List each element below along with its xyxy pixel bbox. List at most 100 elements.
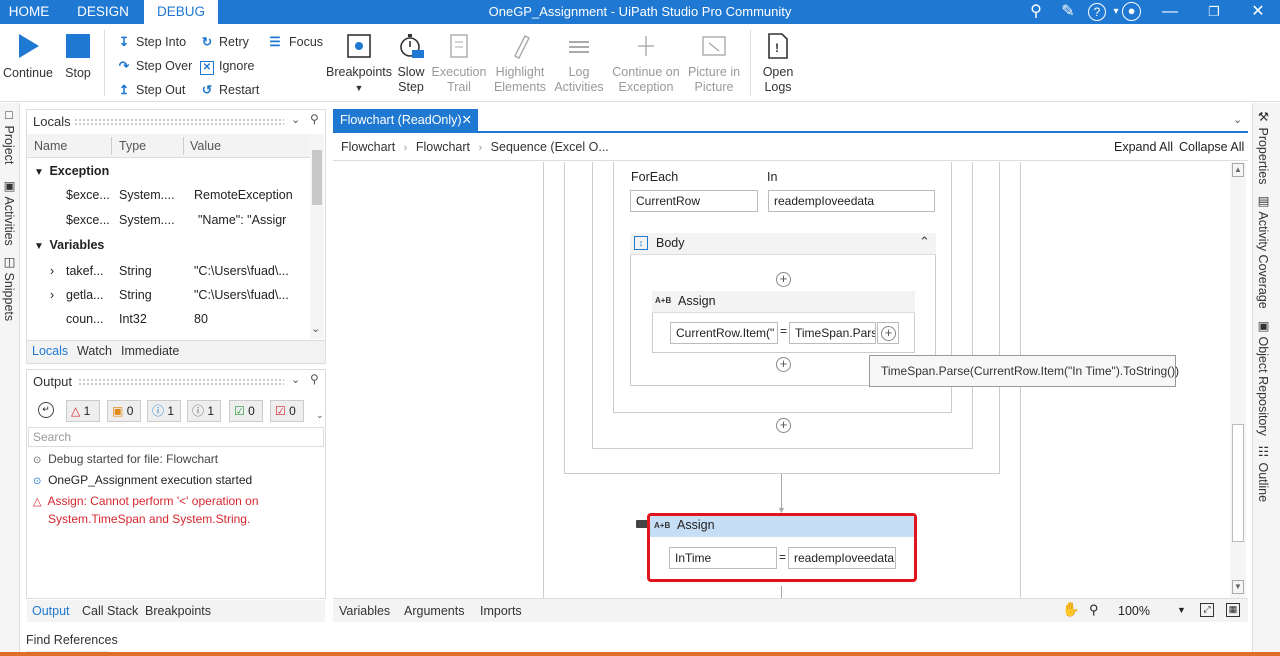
table-row-name[interactable]: coun...: [66, 307, 104, 331]
add-activity-icon[interactable]: +: [776, 418, 791, 433]
tab-call-stack[interactable]: Call Stack: [82, 604, 138, 618]
continue-on-exception-button[interactable]: Continue on Exception: [608, 30, 684, 95]
close-icon[interactable]: ✕: [1248, 2, 1268, 22]
output-message-1[interactable]: ⊙ Debug started for file: Flowchart: [33, 451, 318, 469]
output-search-input[interactable]: Search: [28, 427, 324, 447]
scroll-down-icon[interactable]: ▼: [1232, 580, 1244, 594]
locals-drag-handle[interactable]: [74, 118, 284, 126]
zoom-level[interactable]: 100%: [1118, 604, 1150, 618]
trace-filter-badge[interactable]: ⓘ 1: [187, 400, 221, 422]
help-icon[interactable]: ?: [1088, 3, 1106, 21]
scrollbar-thumb[interactable]: [1232, 424, 1244, 542]
doc-list-icon[interactable]: ⌄: [1233, 113, 1242, 126]
picture-in-picture-button[interactable]: Picture in Picture: [686, 30, 742, 95]
error-filter-badge[interactable]: △ 1: [66, 400, 100, 422]
search-icon[interactable]: ⚲: [1026, 2, 1046, 22]
breadcrumb-item[interactable]: Flowchart: [341, 140, 395, 154]
log-activities-button[interactable]: Log Activities: [552, 30, 606, 95]
timestamp-toggle-icon[interactable]: ↵: [38, 402, 54, 418]
add-activity-icon[interactable]: +: [776, 272, 791, 287]
column-type[interactable]: Type: [119, 134, 146, 158]
pan-hand-icon[interactable]: ✋: [1062, 601, 1079, 618]
failed-filter-badge[interactable]: ☑ 0: [270, 400, 304, 422]
assign-value-field[interactable]: readempIoveedata: [788, 547, 896, 569]
focus-button[interactable]: ☰ Focus: [266, 32, 323, 52]
tab-design[interactable]: DESIGN: [70, 0, 136, 24]
scrollbar-thumb[interactable]: [312, 150, 322, 205]
breadcrumb-item[interactable]: Flowchart: [416, 140, 470, 154]
zoom-dropdown-icon[interactable]: ▼: [1177, 605, 1186, 615]
step-into-button[interactable]: ↧ Step Into: [117, 32, 186, 52]
tab-watch[interactable]: Watch: [77, 344, 112, 358]
zoom-icon[interactable]: ⚲: [1089, 602, 1099, 618]
restore-icon[interactable]: ❐: [1204, 2, 1224, 22]
assign-value-field[interactable]: TimeSpan.Pars: [789, 322, 876, 344]
pin-icon[interactable]: ⚲: [310, 112, 319, 126]
retry-button[interactable]: ↻ Retry: [200, 32, 249, 52]
variables-category[interactable]: ▼ Variables: [34, 233, 104, 257]
table-row-name[interactable]: $exce...: [66, 183, 110, 207]
table-row-value[interactable]: "Name": "Assigr: [198, 208, 288, 232]
tab-breakpoints[interactable]: Breakpoints: [145, 604, 211, 618]
designer-doc-tab[interactable]: Flowchart (ReadOnly) ✕: [333, 109, 478, 131]
output-error-message[interactable]: △ Assign: Cannot perform '<' operation o…: [33, 493, 273, 528]
stop-button[interactable]: Stop: [60, 30, 96, 81]
tab-output[interactable]: Output: [32, 604, 70, 618]
collapse-all-link[interactable]: Collapse All: [1179, 140, 1244, 154]
tab-home[interactable]: HOME: [0, 0, 58, 24]
ignore-button[interactable]: ✕ Ignore: [200, 56, 254, 76]
output-message-2[interactable]: ⊙ OneGP_Assignment execution started: [33, 472, 318, 490]
highlight-elements-button[interactable]: Highlight Elements: [490, 30, 550, 95]
variables-tab[interactable]: Variables: [339, 604, 390, 618]
fit-to-screen-icon[interactable]: ⤢: [1200, 603, 1214, 617]
arguments-tab[interactable]: Arguments: [404, 604, 464, 618]
table-row-value[interactable]: RemoteException: [194, 183, 293, 207]
column-name[interactable]: Name: [34, 134, 67, 158]
expand-all-link[interactable]: Expand All: [1114, 140, 1173, 154]
slow-step-button[interactable]: Slow Step: [394, 30, 428, 95]
in-collection-field[interactable]: readempIoveedata: [768, 190, 935, 212]
step-out-button[interactable]: ↥ Step Out: [117, 80, 186, 100]
properties-side-tab[interactable]: ⚒ Properties: [1256, 109, 1271, 184]
chevron-down-icon[interactable]: ⌄: [291, 373, 300, 386]
overview-map-icon[interactable]: ▦: [1226, 603, 1240, 617]
imports-tab[interactable]: Imports: [480, 604, 522, 618]
table-row-name[interactable]: getla...: [66, 283, 104, 307]
activities-side-tab[interactable]: ▣ Activities: [2, 178, 17, 246]
table-row-value[interactable]: 80: [194, 307, 208, 331]
account-icon[interactable]: ●: [1122, 2, 1141, 21]
table-row-value[interactable]: "C:\Users\fuad\...: [194, 259, 289, 283]
table-row-name[interactable]: $exce...: [66, 208, 110, 232]
feedback-icon[interactable]: ✎: [1058, 2, 1078, 22]
output-drag-handle[interactable]: [78, 378, 284, 386]
outline-side-tab[interactable]: ☷ Outline: [1256, 444, 1271, 502]
current-row-field[interactable]: CurrentRow: [630, 190, 758, 212]
info-filter-badge[interactable]: ⓘ 1: [147, 400, 181, 422]
expand-icon[interactable]: ›: [50, 283, 54, 307]
tab-debug[interactable]: DEBUG: [144, 0, 218, 24]
scroll-up-icon[interactable]: ▲: [1232, 163, 1244, 177]
success-filter-badge[interactable]: ☑ 0: [229, 400, 263, 422]
snippets-side-tab[interactable]: ◫ Snippets: [2, 254, 17, 321]
column-value[interactable]: Value: [190, 134, 221, 158]
exception-category[interactable]: ▼ Exception: [34, 159, 109, 183]
expand-icon[interactable]: ›: [50, 259, 54, 283]
assign-to-field[interactable]: CurrentRow.Item(": [670, 322, 778, 344]
object-repository-side-tab[interactable]: ▣ Object Repository: [1256, 318, 1271, 436]
tab-immediate[interactable]: Immediate: [121, 344, 179, 358]
find-references-tab[interactable]: Find References: [26, 633, 118, 647]
expression-editor-button[interactable]: +: [877, 322, 899, 344]
chevron-down-icon[interactable]: ⌄: [291, 113, 300, 126]
table-row-name[interactable]: takef...: [66, 259, 104, 283]
pin-icon[interactable]: ⚲: [310, 372, 319, 386]
table-row-value[interactable]: "C:\Users\fuad\...: [194, 283, 289, 307]
collapse-up-icon[interactable]: ⌃: [919, 234, 930, 250]
minimize-icon[interactable]: —: [1160, 2, 1180, 22]
breakpoints-button[interactable]: Breakpoints ▼: [326, 30, 392, 96]
open-logs-button[interactable]: ! Open Logs: [756, 30, 800, 95]
step-over-button[interactable]: ↷ Step Over: [117, 56, 193, 76]
assign-to-field[interactable]: InTime: [669, 547, 777, 569]
scroll-down-icon[interactable]: ⌄: [311, 322, 320, 335]
execution-trail-button[interactable]: Execution Trail: [430, 30, 488, 95]
tab-locals[interactable]: Locals: [32, 344, 68, 358]
